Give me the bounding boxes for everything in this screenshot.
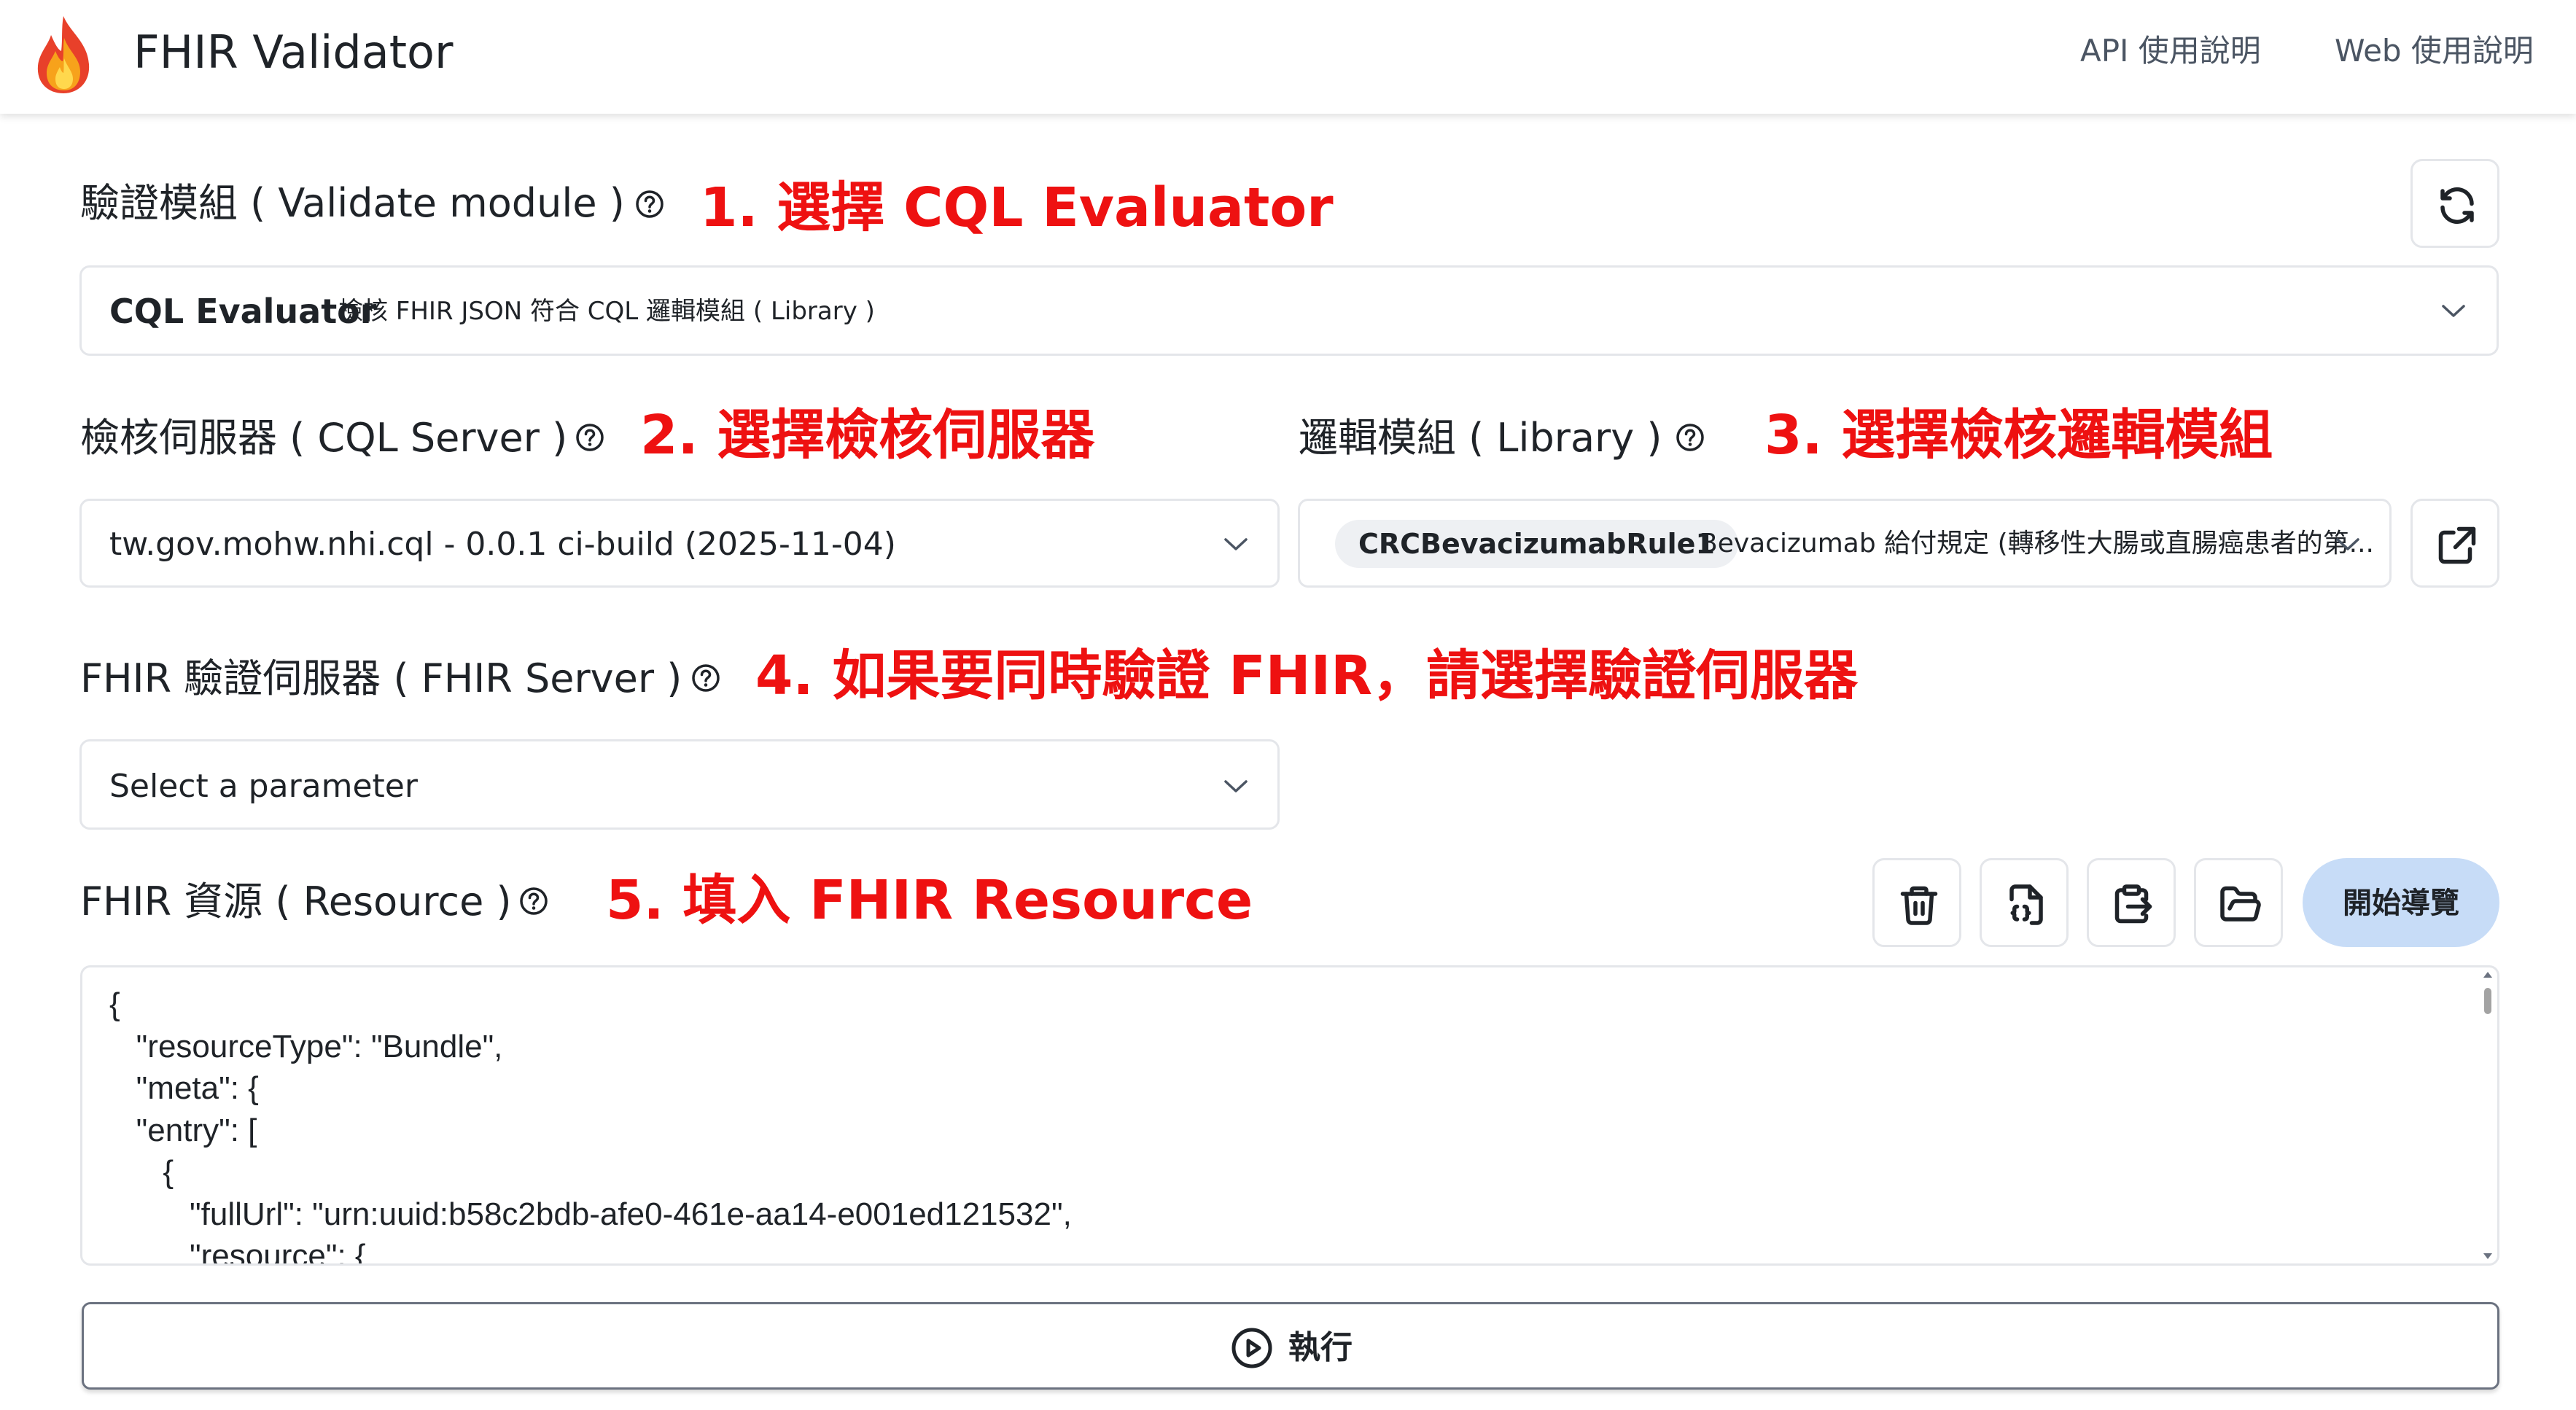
resource-label: FHIR 資源 ( Resource )	[80, 879, 512, 924]
resource-json-text[interactable]: { "resourceType": "Bundle", "meta": { "e…	[109, 984, 1072, 1263]
format-json-button[interactable]	[1980, 858, 2069, 947]
validate-module-select[interactable]: CQL Evaluator 檢核 FHIR JSON 符合 CQL 邏輯模組 (…	[79, 265, 2499, 356]
validate-module-label: 驗證模組 ( Validate module )	[80, 180, 625, 226]
cql-server-label: 檢核伺服器 ( CQL Server )	[80, 415, 568, 461]
library-value: Bevacizumab 給付規定 (轉移性大腸或直腸癌患者的第...	[1700, 529, 2374, 558]
annotation-step-2: 2. 選擇檢核伺服器	[640, 404, 1095, 467]
fhir-server-placeholder: Select a parameter	[109, 768, 418, 805]
open-library-button[interactable]	[2410, 499, 2499, 588]
clear-resource-button[interactable]	[1872, 858, 1961, 947]
api-docs-link[interactable]: API 使用說明	[2080, 29, 2261, 73]
external-link-icon	[2438, 526, 2476, 564]
play-circle-icon	[1231, 1328, 1272, 1368]
editor-scrollbar[interactable]	[2478, 967, 2497, 1263]
trash-icon	[1900, 886, 1938, 925]
run-button[interactable]: 執行	[82, 1302, 2499, 1390]
open-file-button[interactable]	[2194, 858, 2283, 947]
chevron-down-icon	[2336, 538, 2359, 550]
fhir-server-label: FHIR 驗證伺服器 ( FHIR Server )	[80, 655, 682, 701]
app-title: FHIR Validator	[133, 26, 454, 79]
app-header: FHIR Validator API 使用說明 Web 使用說明	[0, 0, 2576, 114]
help-icon[interactable]	[575, 423, 604, 452]
cql-server-select[interactable]: tw.gov.mohw.nhi.cql - 0.0.1 ci-build (20…	[79, 499, 1280, 588]
chevron-down-icon	[1224, 538, 1248, 550]
annotation-step-1: 1. 選擇 CQL Evaluator	[700, 176, 1334, 239]
module-description: 檢核 FHIR JSON 符合 CQL 邏輯模組 ( Library )	[338, 297, 875, 326]
json-file-icon	[2009, 884, 2043, 925]
help-icon[interactable]	[635, 190, 664, 219]
run-label: 執行	[1288, 1329, 1353, 1366]
start-tour-button[interactable]: 開始導覽	[2303, 858, 2499, 947]
paste-resource-button[interactable]	[2087, 858, 2176, 947]
library-label: 邏輯模組 ( Library )	[1299, 415, 1662, 461]
library-tag: CRCBevacizumabRule1	[1335, 520, 1738, 568]
refresh-icon	[2440, 187, 2474, 225]
help-icon[interactable]	[691, 663, 720, 693]
resource-editor[interactable]: { "resourceType": "Bundle", "meta": { "e…	[80, 965, 2499, 1266]
help-icon[interactable]	[519, 887, 548, 916]
annotation-step-4: 4. 如果要同時驗證 FHIR，請選擇驗證伺服器	[755, 644, 1859, 707]
module-name: CQL Evaluator	[109, 292, 377, 331]
help-icon[interactable]	[1676, 423, 1705, 452]
folder-open-icon	[2220, 886, 2261, 922]
cql-server-value: tw.gov.mohw.nhi.cql - 0.0.1 ci-build (20…	[109, 526, 896, 563]
annotation-step-5: 5. 填入 FHIR Resource	[606, 869, 1253, 932]
clipboard-export-icon	[2114, 884, 2152, 924]
chevron-down-icon	[2442, 305, 2465, 317]
library-select[interactable]: CRCBevacizumabRule1 Bevacizumab 給付規定 (轉移…	[1298, 499, 2392, 588]
fhir-server-select[interactable]: Select a parameter	[79, 739, 1280, 830]
refresh-button[interactable]	[2410, 159, 2499, 248]
chevron-down-icon	[1224, 780, 1248, 792]
web-docs-link[interactable]: Web 使用說明	[2335, 29, 2534, 73]
flame-logo-icon	[37, 16, 90, 93]
annotation-step-3: 3. 選擇檢核邏輯模組	[1764, 404, 2273, 467]
